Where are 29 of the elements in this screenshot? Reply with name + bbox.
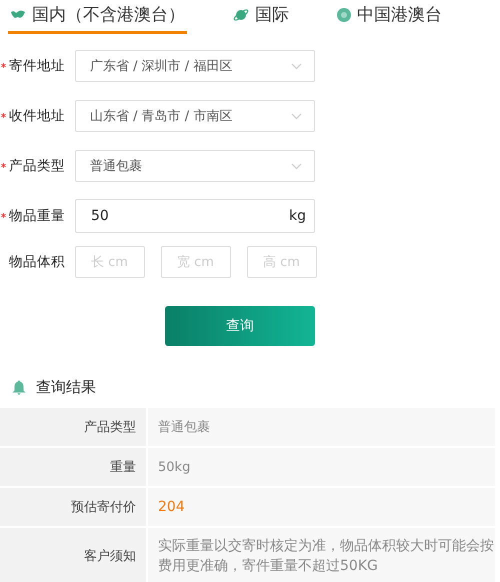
table-label-cell: 客户须知: [0, 528, 146, 582]
select-field[interactable]: 普通包裹: [75, 150, 315, 182]
field-label: 收件地址: [9, 107, 65, 125]
region-tab[interactable]: 中国港澳台: [335, 4, 444, 34]
weight-field[interactable]: 50 kg: [75, 199, 315, 233]
chevron-down-icon: [291, 62, 302, 70]
table-label-cell: 重量: [0, 448, 146, 486]
region-tab[interactable]: 国内（不含港澳台）: [8, 4, 187, 34]
table-value-cell: 50kg: [148, 448, 495, 486]
badge-icon: [337, 8, 351, 22]
table-value-cell: 普通包裹: [148, 408, 495, 446]
field-label: 物品体积: [9, 253, 65, 271]
query-button[interactable]: 查询: [165, 306, 315, 346]
table-label-cell: 预估寄付价: [0, 488, 146, 526]
table-label-cell: 产品类型: [0, 408, 146, 446]
chevron-down-icon: [291, 162, 302, 170]
results-title: 查询结果: [36, 378, 96, 396]
chevron-down-icon: [291, 112, 302, 120]
field-label: 物品重量: [9, 207, 65, 225]
field-label: 寄件地址: [9, 57, 65, 75]
region-tab[interactable]: 国际: [231, 4, 291, 34]
table-value-cell: 204: [148, 488, 495, 526]
map-icon: [10, 8, 26, 20]
field-label: 产品类型: [9, 157, 65, 175]
table-value-cell: 实际重量以交寄时核定为准，物品体积较大时可能会按 费用更准确，寄件重量不超过50KG: [148, 528, 495, 582]
planet-icon: [233, 6, 249, 22]
select-field[interactable]: 广东省 / 深圳市 / 福田区: [75, 50, 315, 82]
bell-icon: [12, 380, 26, 394]
select-field[interactable]: 山东省 / 青岛市 / 市南区: [75, 100, 315, 132]
